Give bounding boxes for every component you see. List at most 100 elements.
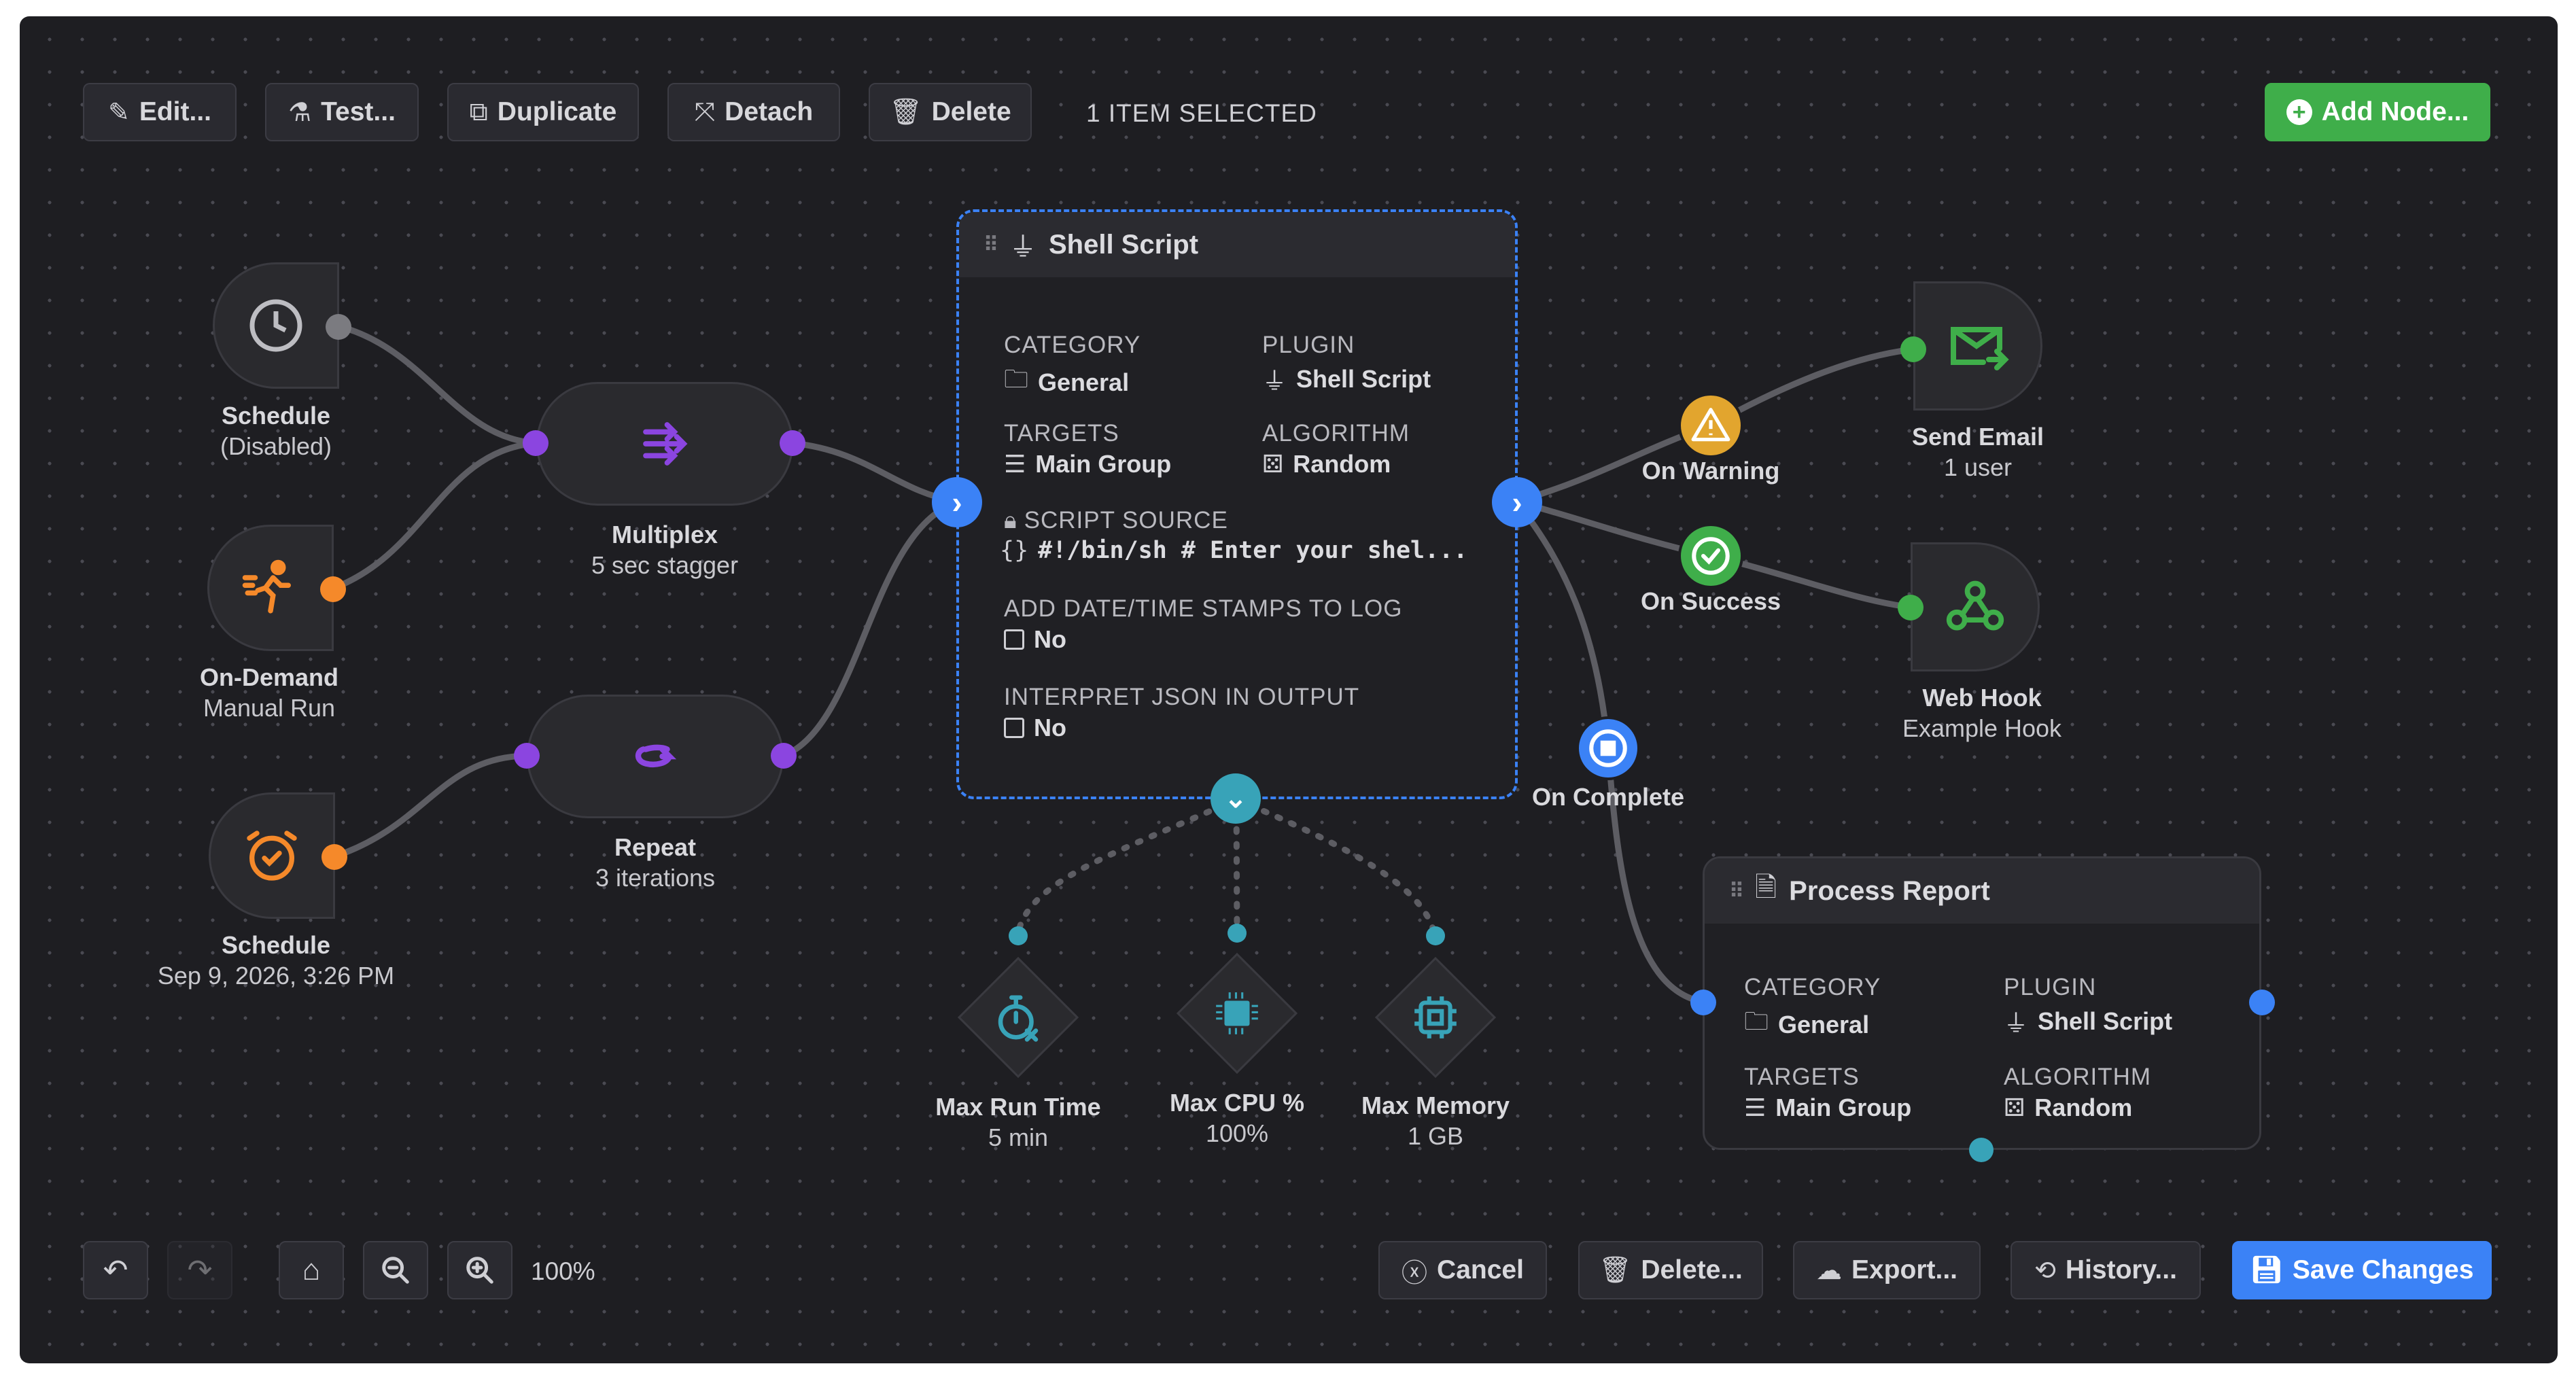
input-port[interactable]	[523, 430, 549, 456]
zoom-in-icon	[466, 1257, 493, 1284]
detach-button-label: Detach	[725, 97, 814, 126]
trash-icon: 🗑	[1599, 1256, 1632, 1284]
action-node-send-email[interactable]	[1913, 281, 2042, 410]
plug-icon: ⏚	[1262, 367, 1287, 395]
targets-text: Main Group	[1775, 1094, 1912, 1121]
duplicate-button[interactable]: ⧉ Duplicate	[447, 83, 639, 141]
zoom-out-button[interactable]	[363, 1241, 428, 1299]
plugin-label: PLUGIN	[2004, 974, 2097, 1000]
export-button-label: Export...	[1851, 1255, 1958, 1284]
wire-schedule2-repeat	[332, 752, 530, 860]
undo-button[interactable]: ↶	[83, 1241, 148, 1299]
input-connector[interactable]: ›	[932, 477, 982, 527]
edit-icon: ✎	[107, 98, 130, 127]
modifier-node-repeat[interactable]	[527, 695, 784, 818]
condition-label-on-complete: On Complete	[1506, 782, 1710, 812]
input-port[interactable]	[1898, 595, 1924, 620]
condition-text: On Warning	[1641, 457, 1780, 485]
json-output-value: No	[1004, 714, 1066, 742]
redo-button[interactable]: ↷	[167, 1241, 232, 1299]
wire-ondemand-multiplex	[329, 440, 540, 592]
limit-label-max-cpu: Max CPU % 100%	[1122, 1087, 1352, 1149]
cancel-button[interactable]: ⓧ Cancel	[1378, 1241, 1547, 1299]
delete-button-label: Delete	[931, 97, 1011, 126]
input-port[interactable]	[1690, 990, 1716, 1015]
test-tube-icon: ⚗	[288, 98, 312, 127]
job-node-header[interactable]: ⠿ ⏚ Shell Script	[959, 212, 1515, 277]
algorithm-text: Random	[2034, 1094, 2133, 1121]
history-icon: ⟲	[2034, 1256, 2056, 1285]
delete-workflow-button[interactable]: 🗑 Delete...	[1578, 1241, 1763, 1299]
trigger-node-schedule-disabled[interactable]	[213, 262, 339, 389]
node-title: Web Hook	[1922, 684, 2042, 712]
detach-button[interactable]: ⤧ Detach	[667, 83, 840, 141]
action-node-web-hook[interactable]	[1911, 542, 2040, 671]
wire-shell-maxmemory	[1233, 796, 1438, 940]
home-button[interactable]: ⌂	[279, 1241, 344, 1299]
input-port[interactable]	[1900, 336, 1926, 362]
test-button[interactable]: ⚗ Test...	[265, 83, 419, 141]
trigger-label-on-demand: On-Demand Manual Run	[135, 662, 403, 723]
targets-value: ☰ Main Group	[1004, 450, 1171, 478]
modifier-label-repeat: Repeat 3 iterations	[527, 832, 784, 893]
job-node-process-report[interactable]: ⠿ 🗎 Process Report CATEGORY 🗀 General PLU…	[1703, 856, 2261, 1150]
checkbox-unchecked-icon	[1004, 629, 1024, 650]
drag-handle-icon[interactable]: ⠿	[1729, 879, 1744, 903]
input-port[interactable]	[1426, 926, 1445, 945]
node-title: Send Email	[1911, 423, 2044, 451]
algorithm-label: ALGORITHM	[2004, 1064, 2152, 1090]
limits-connector[interactable]: ⌄	[1211, 773, 1261, 824]
edit-button[interactable]: ✎ Edit...	[83, 83, 237, 141]
targets-value: ☰ Main Group	[1744, 1094, 1911, 1122]
output-port[interactable]	[326, 314, 351, 340]
output-port[interactable]	[2249, 990, 2275, 1015]
node-subtitle: Example Hook	[1902, 714, 2062, 742]
delete-button[interactable]: 🗑 Delete	[869, 83, 1032, 141]
lock-icon: 🔒︎	[1004, 507, 1017, 534]
cloud-download-icon: ☁	[1815, 1256, 1842, 1285]
output-port[interactable]	[771, 743, 797, 769]
condition-on-warning[interactable]	[1678, 393, 1743, 458]
save-changes-button[interactable]: 💾︎ Save Changes	[2232, 1241, 2492, 1299]
category-value: 🗀 General	[1004, 362, 1129, 403]
condition-on-complete[interactable]	[1576, 716, 1640, 780]
zoom-in-button[interactable]	[447, 1241, 512, 1299]
condition-label-on-success: On Success	[1609, 586, 1813, 616]
clock-icon	[249, 299, 302, 352]
trigger-node-on-demand[interactable]	[207, 525, 334, 651]
repeat-icon	[635, 744, 677, 768]
history-button[interactable]: ⟲ History...	[2011, 1241, 2201, 1299]
output-port[interactable]	[321, 844, 347, 870]
job-node-shell-script[interactable]: ⠿ ⏚ Shell Script CATEGORY 🗀 General PLUGI…	[956, 209, 1518, 799]
script-source-value: {} #!/bin/sh # Enter your shel...	[1000, 537, 1467, 564]
test-button-label: Test...	[321, 97, 396, 126]
plus-circle-icon: +	[2286, 99, 2312, 125]
add-node-button[interactable]: + Add Node...	[2265, 83, 2490, 141]
output-port[interactable]	[780, 430, 805, 456]
modifier-node-multiplex[interactable]	[536, 382, 793, 506]
drag-handle-icon[interactable]: ⠿	[984, 233, 998, 257]
condition-text: On Complete	[1531, 783, 1684, 811]
input-port[interactable]	[514, 743, 540, 769]
job-node-header[interactable]: ⠿ 🗎 Process Report	[1705, 858, 2259, 924]
output-connector[interactable]: ›	[1492, 477, 1542, 527]
input-port[interactable]	[1009, 926, 1028, 945]
cancel-button-label: Cancel	[1437, 1255, 1524, 1284]
export-button[interactable]: ☁ Export...	[1793, 1241, 1981, 1299]
plugin-text: Shell Script	[2038, 1007, 2173, 1035]
unlink-icon: ⤧	[694, 97, 716, 126]
limits-port[interactable]	[1969, 1138, 1994, 1162]
category-label: CATEGORY	[1004, 332, 1141, 358]
action-label-send-email: Send Email 1 user	[1876, 421, 2080, 483]
cancel-circle-icon: ⓧ	[1402, 1259, 1428, 1288]
check-circle-icon	[1692, 537, 1730, 575]
alarm-clock-icon	[247, 831, 297, 881]
trigger-node-schedule-dated[interactable]	[209, 792, 335, 919]
plugin-text: Shell Script	[1296, 365, 1431, 393]
output-port[interactable]	[320, 576, 346, 602]
wire-shell-maxruntime	[1014, 796, 1240, 940]
node-subtitle: 100%	[1205, 1119, 1269, 1147]
condition-on-success[interactable]	[1678, 523, 1743, 589]
home-icon: ⌂	[302, 1253, 321, 1287]
input-port[interactable]	[1228, 924, 1247, 943]
